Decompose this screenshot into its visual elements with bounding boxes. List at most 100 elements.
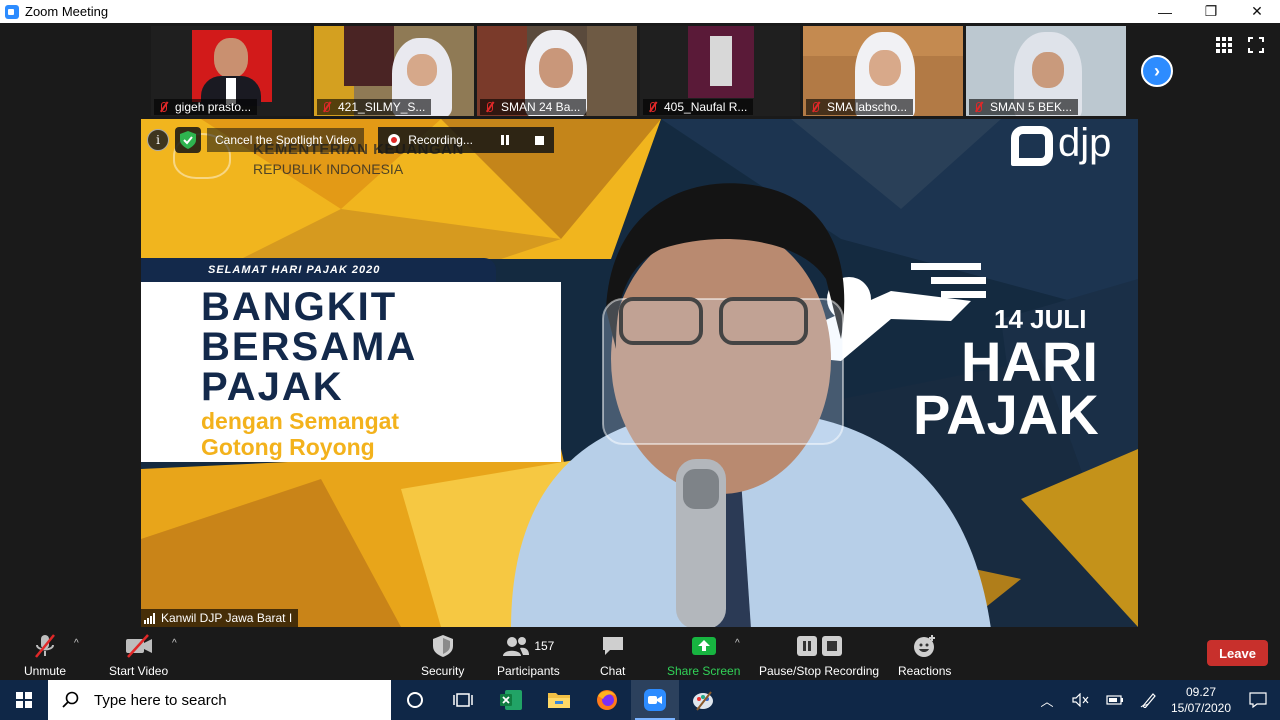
reactions-button[interactable]: Reactions: [898, 633, 951, 678]
zoom-app-icon: [5, 4, 19, 19]
djp-logo-icon: [1011, 126, 1053, 166]
speaker-video: [511, 183, 991, 627]
participant-video: [587, 26, 637, 116]
participant-tile[interactable]: SMA labscho...: [803, 26, 963, 116]
show-hidden-icons-icon[interactable]: ︿: [1030, 691, 1064, 710]
participant-name: SMAN 5 BEK...: [969, 99, 1079, 115]
participant-name: 421_SILMY_S...: [317, 99, 432, 115]
taskbar-zoom[interactable]: [631, 680, 679, 720]
banner-headline-3: PAJAK: [201, 365, 344, 409]
participant-video: [539, 48, 573, 88]
participant-name: gigeh prasto...: [154, 99, 258, 115]
meeting-toolbar: Unmute ^ Start Video ^ Security 157 Part…: [0, 627, 1280, 680]
maximize-button[interactable]: ❐: [1188, 0, 1234, 23]
participant-tile[interactable]: 405_Naufal R...: [640, 26, 800, 116]
chat-bubble-icon: [602, 637, 623, 655]
start-button[interactable]: [0, 680, 48, 720]
taskbar-excel[interactable]: [487, 680, 535, 720]
pause-stop-recording-button[interactable]: Pause/Stop Recording: [759, 633, 879, 678]
participant-tile[interactable]: SMAN 24 Ba...: [477, 26, 637, 116]
encryption-shield-icon[interactable]: [175, 127, 201, 153]
meeting-area: gigeh prasto... 421_SILMY_S... SMAN 24 B…: [0, 23, 1280, 680]
signal-strength-icon: [144, 612, 155, 624]
start-video-button[interactable]: Start Video: [109, 633, 168, 678]
djp-logo: djp: [1058, 121, 1112, 165]
excel-icon: [500, 690, 522, 710]
participant-video: [344, 26, 394, 86]
stop-icon: [821, 636, 842, 656]
video-options-caret-icon[interactable]: ^: [172, 638, 177, 649]
gallery-view-icon[interactable]: [1216, 37, 1232, 53]
system-tray: ︿ 09.27 15/07/2020: [1030, 680, 1280, 720]
folder-icon: [548, 693, 570, 708]
search-placeholder: Type here to search: [94, 691, 227, 709]
chat-button[interactable]: Chat: [600, 633, 625, 678]
taskbar-search-box[interactable]: Type here to search: [48, 680, 391, 720]
windows-taskbar: Type here to search ︿ 09.27 15/07/2020: [0, 680, 1280, 720]
pen-workspace-icon[interactable]: [1132, 692, 1166, 708]
muted-mic-icon: [972, 101, 984, 113]
next-page-button[interactable]: ›: [1141, 55, 1173, 87]
recording-indicator: Recording...: [378, 127, 554, 153]
participant-tile[interactable]: gigeh prasto...: [151, 26, 311, 116]
security-shield-icon: [432, 635, 453, 657]
cortana-circle-icon: [407, 692, 423, 708]
participant-video: [214, 38, 248, 78]
muted-mic-icon: [157, 101, 169, 113]
share-screen-icon: [691, 637, 716, 655]
battery-icon[interactable]: [1098, 694, 1132, 706]
participant-name: SMA labscho...: [806, 99, 914, 115]
taskbar-paint[interactable]: [679, 680, 727, 720]
banner-headline-1: BANGKIT: [201, 285, 398, 329]
windows-logo-icon: [16, 692, 32, 708]
action-center-icon[interactable]: [1236, 692, 1280, 708]
zoom-icon: [644, 689, 666, 711]
participant-video: [869, 50, 901, 86]
banner-headline-2: BERSAMA: [201, 325, 418, 369]
participant-tile[interactable]: SMAN 5 BEK...: [966, 26, 1126, 116]
taskbar-clock[interactable]: 09.27 15/07/2020: [1166, 684, 1236, 716]
info-icon[interactable]: i: [147, 129, 169, 151]
banner-ribbon-text: SELAMAT HARI PAJAK 2020: [208, 264, 381, 276]
task-view-button[interactable]: [439, 680, 487, 720]
banner-subtitle-2: Gotong Royong: [201, 434, 375, 460]
pause-recording-icon[interactable]: [500, 135, 511, 145]
participant-video: [407, 54, 437, 86]
task-view-icon: [453, 693, 473, 707]
muted-microphone-icon: [35, 634, 55, 658]
participant-video: [710, 36, 732, 86]
close-button[interactable]: ✕: [1234, 0, 1280, 23]
clock-time: 09.27: [1185, 685, 1217, 699]
unmute-button[interactable]: Unmute: [24, 633, 66, 678]
participant-name: 405_Naufal R...: [643, 99, 754, 115]
paint-palette-icon: [693, 691, 713, 711]
taskbar-file-explorer[interactable]: [535, 680, 583, 720]
taskbar-firefox[interactable]: [583, 680, 631, 720]
audio-options-caret-icon[interactable]: ^: [74, 638, 79, 649]
video-overlay-controls: i Cancel the Spotlight Video Recording..…: [147, 127, 554, 153]
cancel-spotlight-button[interactable]: Cancel the Spotlight Video: [207, 128, 365, 152]
share-screen-button[interactable]: Share Screen: [667, 633, 740, 678]
banner-subtitle-1: dengan Semangat: [201, 408, 400, 434]
participants-icon: [503, 637, 530, 656]
stop-recording-icon[interactable]: [534, 135, 544, 145]
clock-date: 15/07/2020: [1170, 701, 1232, 715]
participant-name: SMAN 24 Ba...: [480, 99, 587, 115]
ministry-country: REPUBLIK INDONESIA: [253, 161, 404, 177]
volume-muted-icon[interactable]: [1064, 693, 1098, 707]
muted-mic-icon: [809, 101, 821, 113]
security-button[interactable]: Security: [421, 633, 464, 678]
search-icon: [62, 691, 79, 708]
participants-button[interactable]: 157 Participants: [497, 633, 560, 678]
minimize-button[interactable]: —: [1142, 0, 1188, 23]
leave-button[interactable]: Leave: [1207, 640, 1268, 666]
pause-icon: [796, 636, 817, 656]
share-options-caret-icon[interactable]: ^: [735, 638, 740, 649]
fullscreen-icon[interactable]: [1248, 37, 1264, 53]
firefox-icon: [597, 690, 617, 710]
participants-count: 157: [534, 639, 555, 653]
cortana-button[interactable]: [391, 680, 439, 720]
recording-label: Recording...: [408, 133, 473, 147]
recording-dot-icon: [388, 134, 401, 146]
participant-tile[interactable]: 421_SILMY_S...: [314, 26, 474, 116]
